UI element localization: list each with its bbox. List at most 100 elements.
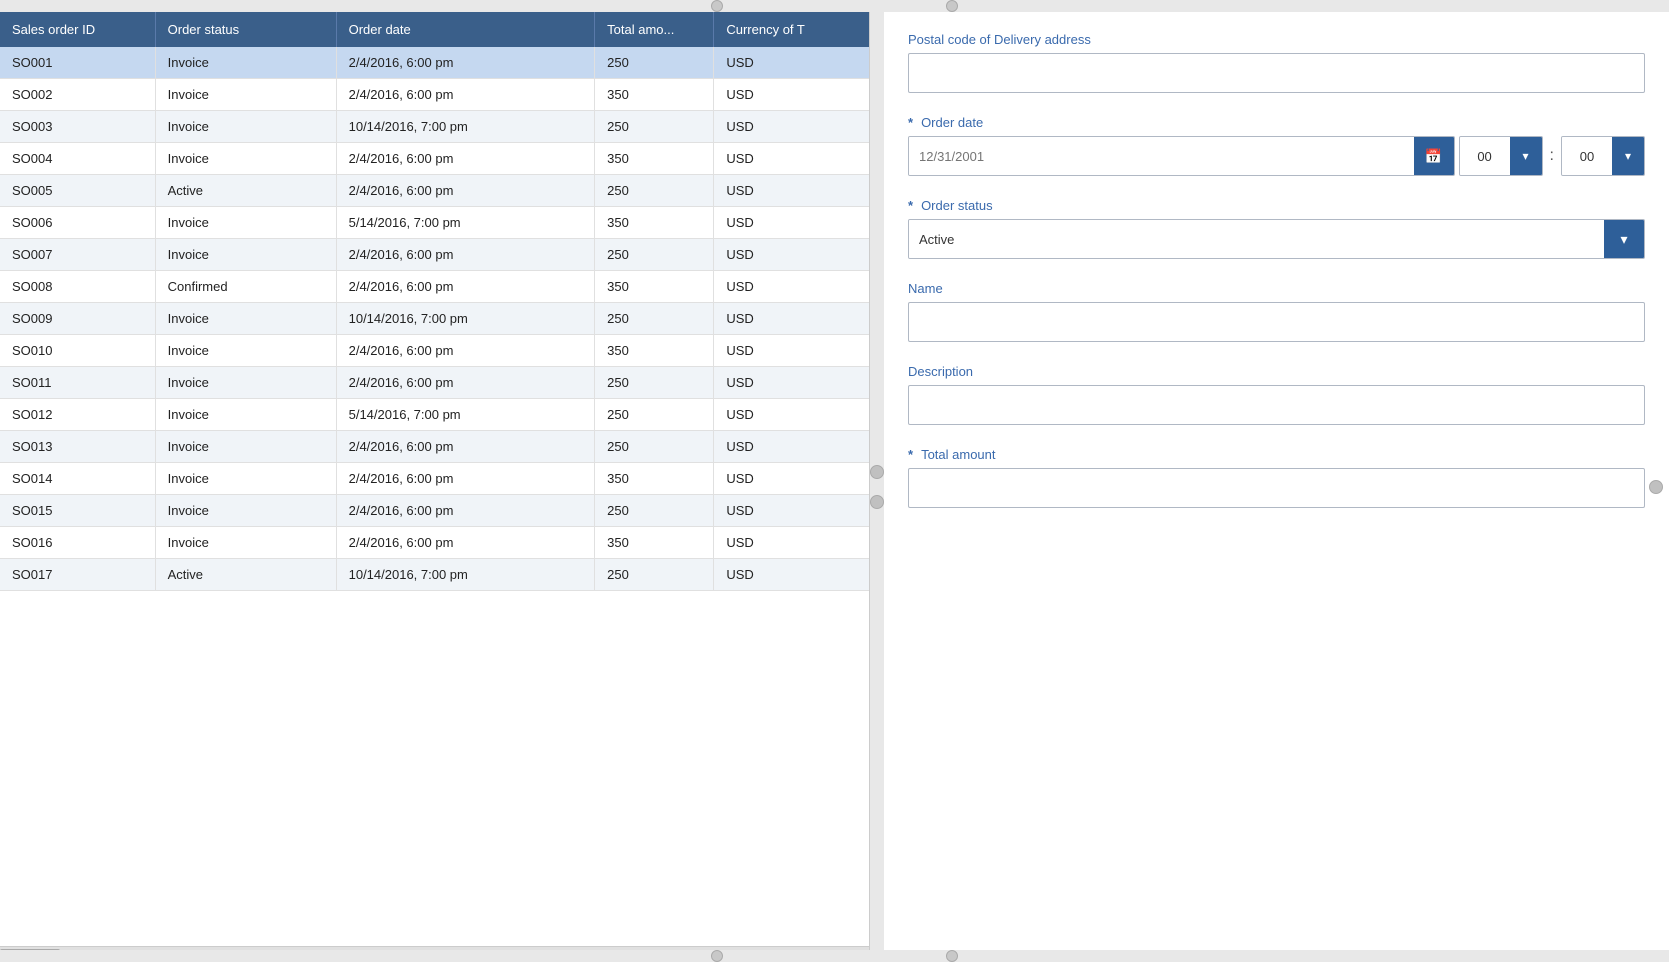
table-row[interactable]: SO007Invoice2/4/2016, 6:00 pm250USD	[0, 239, 869, 271]
bottom-resize-bar	[0, 950, 1669, 962]
cell-currency: USD	[714, 399, 869, 431]
table-row[interactable]: SO012Invoice5/14/2016, 7:00 pm250USD	[0, 399, 869, 431]
cell-order-date: 10/14/2016, 7:00 pm	[336, 111, 595, 143]
table-row[interactable]: SO005Active2/4/2016, 6:00 pm250USD	[0, 175, 869, 207]
table-row[interactable]: SO017Active10/14/2016, 7:00 pm250USD	[0, 559, 869, 591]
cell-order-status: Invoice	[155, 399, 336, 431]
cell-total-amount: 350	[595, 207, 714, 239]
hours-value: 00	[1460, 137, 1510, 175]
postal-code-input[interactable]	[908, 53, 1645, 93]
cell-total-amount: 350	[595, 527, 714, 559]
chevron-down-icon-hours: ▾	[1523, 149, 1529, 163]
cell-sales-order-id: SO009	[0, 303, 155, 335]
minutes-chevron-button[interactable]: ▾	[1612, 137, 1644, 175]
bottom-resize-handle-left[interactable]	[711, 950, 723, 962]
cell-order-status: Confirmed	[155, 271, 336, 303]
hours-chevron-button[interactable]: ▾	[1510, 137, 1542, 175]
description-input[interactable]	[908, 385, 1645, 425]
total-amount-label: * Total amount	[908, 447, 1645, 462]
cell-total-amount: 350	[595, 463, 714, 495]
table-scroll-container[interactable]: Sales order ID Order status Order date T…	[0, 12, 869, 946]
cell-currency: USD	[714, 495, 869, 527]
cell-order-status: Invoice	[155, 431, 336, 463]
name-field: Name	[908, 281, 1645, 342]
cell-order-status: Invoice	[155, 47, 336, 79]
cell-currency: USD	[714, 527, 869, 559]
order-status-label: * Order status	[908, 198, 1645, 213]
cell-order-status: Invoice	[155, 335, 336, 367]
cell-order-status: Invoice	[155, 527, 336, 559]
total-amount-input[interactable]	[908, 468, 1645, 508]
cell-order-status: Invoice	[155, 239, 336, 271]
cell-order-status: Active	[155, 175, 336, 207]
cell-order-status: Invoice	[155, 79, 336, 111]
cell-total-amount: 250	[595, 367, 714, 399]
cell-order-date: 2/4/2016, 6:00 pm	[336, 495, 595, 527]
cell-order-date: 5/14/2016, 7:00 pm	[336, 207, 595, 239]
table-row[interactable]: SO010Invoice2/4/2016, 6:00 pm350USD	[0, 335, 869, 367]
cell-currency: USD	[714, 335, 869, 367]
cell-total-amount: 250	[595, 559, 714, 591]
cell-sales-order-id: SO003	[0, 111, 155, 143]
order-status-field: * Order status Active ▾	[908, 198, 1645, 259]
top-resize-handle-right[interactable]	[946, 0, 958, 12]
cell-sales-order-id: SO006	[0, 207, 155, 239]
name-input[interactable]	[908, 302, 1645, 342]
order-date-field: * Order date 📅 00 ▾ :	[908, 115, 1645, 176]
cell-currency: USD	[714, 367, 869, 399]
cell-sales-order-id: SO010	[0, 335, 155, 367]
table-row[interactable]: SO001Invoice2/4/2016, 6:00 pm250USD	[0, 47, 869, 79]
vertical-resize-handle[interactable]	[870, 12, 884, 962]
cell-currency: USD	[714, 559, 869, 591]
cell-sales-order-id: SO017	[0, 559, 155, 591]
cell-sales-order-id: SO016	[0, 527, 155, 559]
cell-order-status: Invoice	[155, 143, 336, 175]
table-row[interactable]: SO009Invoice10/14/2016, 7:00 pm250USD	[0, 303, 869, 335]
table-body: SO001Invoice2/4/2016, 6:00 pm250USDSO002…	[0, 47, 869, 591]
description-label: Description	[908, 364, 1645, 379]
date-time-row: 📅 00 ▾ : 00 ▾	[908, 136, 1645, 176]
right-resize-handle[interactable]	[1649, 480, 1663, 494]
table-row[interactable]: SO016Invoice2/4/2016, 6:00 pm350USD	[0, 527, 869, 559]
table-row[interactable]: SO008Confirmed2/4/2016, 6:00 pm350USD	[0, 271, 869, 303]
cell-total-amount: 250	[595, 495, 714, 527]
name-label: Name	[908, 281, 1645, 296]
cell-order-status: Invoice	[155, 111, 336, 143]
minutes-value: 00	[1562, 137, 1612, 175]
calendar-button[interactable]: 📅	[1414, 137, 1454, 175]
table-row[interactable]: SO014Invoice2/4/2016, 6:00 pm350USD	[0, 463, 869, 495]
date-input-wrapper: 📅	[908, 136, 1455, 176]
table-row[interactable]: SO013Invoice2/4/2016, 6:00 pm250USD	[0, 431, 869, 463]
top-resize-bar	[0, 0, 1669, 12]
table-row[interactable]: SO004Invoice2/4/2016, 6:00 pm350USD	[0, 143, 869, 175]
cell-order-date: 2/4/2016, 6:00 pm	[336, 335, 595, 367]
cell-sales-order-id: SO013	[0, 431, 155, 463]
cell-total-amount: 350	[595, 79, 714, 111]
cell-sales-order-id: SO001	[0, 47, 155, 79]
cell-order-date: 2/4/2016, 6:00 pm	[336, 239, 595, 271]
table-row[interactable]: SO011Invoice2/4/2016, 6:00 pm250USD	[0, 367, 869, 399]
col-header-order-date: Order date	[336, 12, 595, 47]
calendar-icon: 📅	[1425, 148, 1442, 165]
description-field: Description	[908, 364, 1645, 425]
table-row[interactable]: SO006Invoice5/14/2016, 7:00 pm350USD	[0, 207, 869, 239]
table-row[interactable]: SO002Invoice2/4/2016, 6:00 pm350USD	[0, 79, 869, 111]
resize-circle-bottom	[870, 495, 884, 509]
bottom-resize-handle-right[interactable]	[946, 950, 958, 962]
order-status-value: Active	[909, 220, 1604, 258]
table-row[interactable]: SO015Invoice2/4/2016, 6:00 pm250USD	[0, 495, 869, 527]
order-date-input[interactable]	[909, 137, 1414, 175]
cell-order-date: 10/14/2016, 7:00 pm	[336, 559, 595, 591]
cell-total-amount: 350	[595, 143, 714, 175]
cell-order-status: Invoice	[155, 495, 336, 527]
col-header-total-amount: Total amo...	[595, 12, 714, 47]
table-row[interactable]: SO003Invoice10/14/2016, 7:00 pm250USD	[0, 111, 869, 143]
cell-currency: USD	[714, 239, 869, 271]
cell-order-date: 5/14/2016, 7:00 pm	[336, 399, 595, 431]
cell-total-amount: 250	[595, 239, 714, 271]
order-status-dropdown-button[interactable]: ▾	[1604, 220, 1644, 258]
top-resize-handle-left[interactable]	[711, 0, 723, 12]
order-status-select-wrapper: Active ▾	[908, 219, 1645, 259]
cell-total-amount: 250	[595, 399, 714, 431]
cell-currency: USD	[714, 47, 869, 79]
